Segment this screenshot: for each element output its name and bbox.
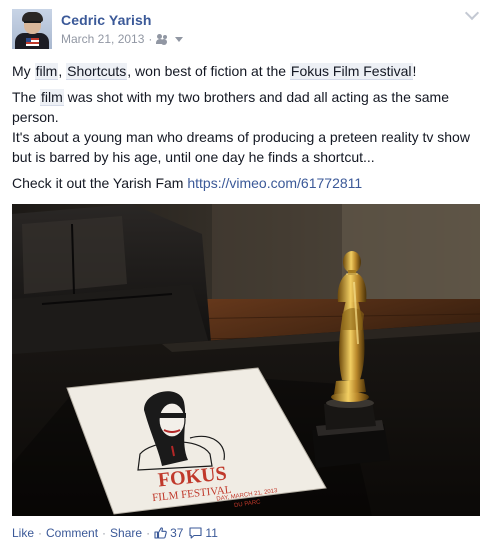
tag-film[interactable]: film (34, 63, 59, 80)
meta-separator: · (148, 32, 153, 46)
vimeo-link[interactable]: https://vimeo.com/61772811 (187, 175, 362, 191)
likes-count[interactable]: 37 (170, 526, 183, 540)
tag-film-2[interactable]: film (40, 89, 64, 106)
post-meta: March 21, 2013 · (61, 32, 184, 46)
text-line-4: Check it out the Yarish Fam https://vime… (12, 175, 363, 191)
friends-icon[interactable] (156, 34, 170, 44)
action-separator: · (102, 526, 107, 540)
post-date[interactable]: March 21, 2013 (61, 32, 144, 46)
comment-button[interactable]: Comment (46, 526, 98, 540)
thumbs-up-icon[interactable] (154, 527, 167, 539)
text-line-2: The film was shot with my two brothers a… (12, 89, 449, 125)
post-text: My film, Shortcuts, won best of fiction … (12, 61, 482, 199)
comments-count[interactable]: 11 (205, 526, 217, 540)
tag-fokus-film-festival[interactable]: Fokus Film Festival (289, 63, 413, 80)
action-separator: · (38, 526, 43, 540)
post-actions: Like · Comment · Share · 37 11 (12, 526, 218, 540)
action-separator: · (146, 526, 151, 540)
text-line-1: My film, Shortcuts, won best of fiction … (12, 63, 417, 80)
facebook-post: Cedric Yarish March 21, 2013 · My film, … (0, 0, 491, 547)
text-line-3: It's about a young man who dreams of pro… (12, 129, 470, 165)
share-button[interactable]: Share (110, 526, 142, 540)
like-button[interactable]: Like (12, 526, 34, 540)
post-photo[interactable]: FOKUS FILM FESTIVAL DAY, MARCH 21, 2013 … (12, 204, 480, 516)
caret-down-icon[interactable] (175, 36, 184, 42)
avatar[interactable] (12, 9, 52, 49)
tag-shortcuts[interactable]: Shortcuts (66, 63, 128, 80)
comment-icon[interactable] (189, 527, 202, 539)
chevron-down-icon[interactable] (465, 9, 481, 21)
author-name[interactable]: Cedric Yarish (61, 12, 152, 28)
